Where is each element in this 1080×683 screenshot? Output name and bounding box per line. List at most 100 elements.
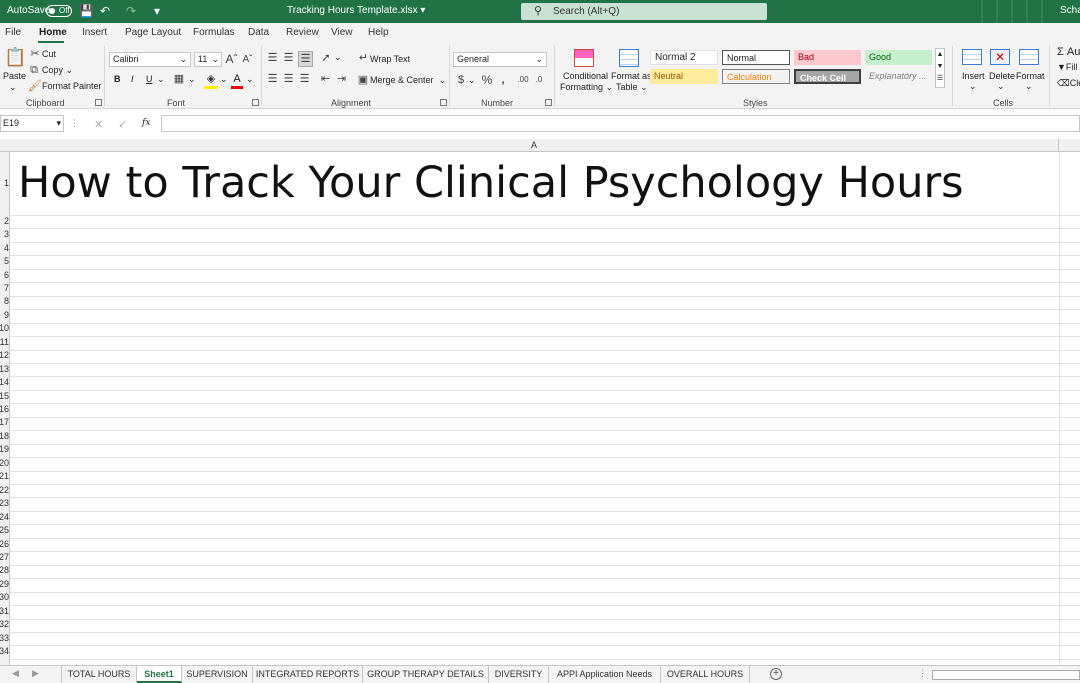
row-header[interactable]: 16 [0,404,9,414]
style-normal[interactable]: Normal [722,50,790,65]
document-title[interactable]: Tracking Hours Template.xlsx ▾ [287,5,425,16]
format-painter-button[interactable]: Format Painter [42,81,102,91]
redo-icon[interactable]: ↷ [124,4,138,18]
style-check-cell[interactable]: Check Cell [794,69,861,84]
format-as-table-button[interactable]: Format as [611,71,652,81]
row-header[interactable]: 26 [0,539,9,549]
tab-total-hours[interactable]: TOTAL HOURS [61,666,137,683]
row-header[interactable]: 33 [0,633,9,643]
underline-button[interactable]: U [146,74,153,84]
add-sheet-icon[interactable]: + [770,668,782,680]
format-cells-icon[interactable] [1019,49,1039,65]
percent-icon[interactable]: % [481,73,493,87]
merge-center-icon[interactable]: ▣ [357,73,369,87]
number-launcher-icon[interactable] [545,99,552,106]
tab-scroll-right-icon[interactable]: ▶ [32,668,39,679]
increase-indent-icon[interactable]: ⇥ [335,72,348,86]
font-launcher-icon[interactable] [252,99,259,106]
italic-button[interactable]: I [131,74,134,84]
row-header[interactable]: 6 [0,270,9,280]
tab-appi-application-needs[interactable]: APPI Application Needs [549,666,661,683]
decrease-font-size-icon[interactable]: Aˇ [241,53,254,67]
format-as-table-label[interactable]: Table ⌄ [616,82,648,93]
sheet-tabs-splitter-icon[interactable]: ⋮ [918,668,927,679]
style-good[interactable]: Good [865,50,932,65]
currency-dropdown-icon[interactable]: ⌄ [468,75,476,86]
autosum-button[interactable]: Σ Au [1057,46,1080,58]
row-header[interactable]: 18 [0,431,9,441]
tab-integrated-reports[interactable]: INTEGRATED REPORTS [253,666,363,683]
row-header[interactable]: 9 [0,310,9,320]
paste-dropdown-icon[interactable]: ⌄ [9,82,17,93]
row-header[interactable]: 29 [0,579,9,589]
row-header[interactable]: 11 [0,337,9,347]
menu-help[interactable]: Help [368,27,389,38]
orientation-icon[interactable]: ➚ [319,51,333,65]
sheet-heading[interactable]: How to Track Your Clinical Psychology Ho… [18,158,964,208]
delete-dropdown-icon[interactable]: ⌄ [997,81,1005,92]
merge-center-button[interactable]: Merge & Center ⌄ [370,75,446,86]
align-top-icon[interactable]: ☰ [266,51,279,65]
customize-toolbar-icon[interactable]: ▾ [150,4,164,18]
increase-font-size-icon[interactable]: Aˆ [225,52,238,66]
paste-button[interactable]: Paste [3,71,26,81]
menu-page-layout[interactable]: Page Layout [125,27,181,38]
insert-cells-button[interactable]: Insert [962,71,985,81]
conditional-formatting-label[interactable]: Formatting ⌄ [560,82,613,93]
number-format-select[interactable]: General ⌄ [453,52,547,67]
row-header[interactable]: 7 [0,283,9,293]
style-explanatory[interactable]: Explanatory ... [865,69,932,84]
tab-sheet1[interactable]: Sheet1 [137,666,182,683]
formula-input[interactable] [161,115,1080,132]
align-right-icon[interactable]: ☰ [298,72,311,86]
menu-review[interactable]: Review [286,27,319,38]
font-color-icon[interactable]: A [231,72,243,89]
font-name-select[interactable]: Calibri ⌄ [109,52,191,67]
insert-cells-icon[interactable] [962,49,982,65]
save-icon[interactable]: 💾 [79,4,94,18]
wrap-text-button[interactable]: Wrap Text [370,54,410,64]
tab-diversity[interactable]: DIVERSITY [489,666,549,683]
align-middle-icon[interactable]: ☰ [282,51,295,65]
column-header-a[interactable]: A [10,139,1059,152]
styles-gallery-scroll[interactable]: ▲ ▼ ☰ [935,48,945,88]
style-bad[interactable]: Bad [794,50,861,65]
insert-function-icon[interactable]: fx [142,118,150,128]
font-size-select[interactable]: 11 ⌄ [194,52,222,67]
comma-style-icon[interactable]: , [498,73,508,87]
insert-dropdown-icon[interactable]: ⌄ [969,81,977,92]
wrap-text-icon[interactable]: ↵ [358,51,369,65]
clear-button[interactable]: ⌫Cle [1057,78,1080,89]
underline-dropdown-icon[interactable]: ⌄ [157,74,165,85]
row-header[interactable]: 3 [0,229,9,239]
row-header[interactable]: 5 [0,256,9,266]
row-header[interactable]: 28 [0,565,9,575]
row-header[interactable]: 30 [0,592,9,602]
align-left-icon[interactable]: ☰ [266,72,279,86]
format-painter-icon[interactable]: 🖌 [28,79,42,93]
format-dropdown-icon[interactable]: ⌄ [1025,81,1033,92]
bold-button[interactable]: B [114,74,121,84]
menu-home[interactable]: Home [39,27,67,38]
row-header[interactable]: 15 [0,391,9,401]
search-input[interactable]: ⚲ Search (Alt+Q) [521,3,767,20]
user-name[interactable]: Schae [1060,5,1080,16]
row-header[interactable]: 20 [0,458,9,468]
menu-data[interactable]: Data [248,27,269,38]
paste-icon[interactable]: 📋 [4,47,26,67]
conditional-formatting-button[interactable]: Conditional [563,71,608,81]
row-header[interactable]: 14 [0,377,9,387]
tab-supervision[interactable]: SUPERVISION [182,666,253,683]
row-header[interactable]: 13 [0,364,9,374]
style-normal-2[interactable]: Normal 2 [650,50,718,65]
row-header[interactable]: 22 [0,485,9,495]
fill-color-icon[interactable]: ◈ [204,72,218,89]
format-cells-button[interactable]: Format [1016,71,1045,81]
menu-file[interactable]: File [5,27,21,38]
fill-color-dropdown-icon[interactable]: ⌄ [220,74,228,85]
increase-decimal-icon[interactable]: .00 [516,73,530,87]
name-box[interactable]: E19 ▾ [0,115,64,132]
row-header[interactable]: 27 [0,552,9,562]
cancel-icon[interactable]: ✕ [94,118,103,131]
font-color-dropdown-icon[interactable]: ⌄ [246,74,254,85]
